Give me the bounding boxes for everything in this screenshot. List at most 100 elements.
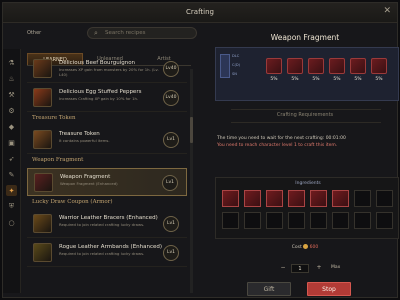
category-ring-icon[interactable]: ○ [6,217,17,228]
recipe-thumbnail [33,130,52,149]
weapon-slot[interactable] [329,58,345,74]
decrease-button[interactable]: − [279,264,287,272]
quantity-stepper: − 1 + Max [271,264,351,274]
gift-button[interactable]: Gift [247,282,291,296]
recipe-item[interactable]: Warrior Leather Bracers (Enhanced) Requir… [27,210,187,238]
stop-button[interactable]: Stop [307,282,351,296]
category-hammer-icon[interactable]: ⚒ [6,89,17,100]
detail-title: Weapon Fragment [270,33,340,42]
recipe-item[interactable]: Delicious Beef Bourguignon Increases XP g… [27,55,187,83]
recipe-detail: Weapon Fragment DLC C(D) SN 5% 5% 5% 5% 5% 5%… [211,25,399,299]
recipe-description: Required to join related crafting lucky … [59,251,145,256]
recipe-item[interactable]: Delicious Egg Stuffed Peppers Increases C… [27,84,187,112]
info-label-2: C(D) [232,63,241,67]
filter-label[interactable]: Other [27,30,41,36]
category-bag-icon[interactable]: ▣ [6,137,17,148]
cost-row: Cost 600 [211,244,399,250]
crafting-window: Crafting ✕ ⚗ ♨ ⚒ ⚙ ◆ ▣ ➶ ✎ ✦ ⛨ ○ Other ⌕… [2,2,399,299]
recipe-thumbnail [33,88,52,107]
category-pot-icon[interactable]: ♨ [6,73,17,84]
filter-bar: Other ⌕ Search recipes [23,27,197,41]
ingredient-slot[interactable] [222,190,239,207]
recipe-thumbnail [33,243,52,262]
weapon-slot[interactable] [308,58,324,74]
recipe-description: Increases Crafting XP gain by 10% for 1h… [59,96,139,101]
level-badge: Lv1 [163,245,179,261]
close-icon[interactable]: ✕ [383,6,391,16]
search-input[interactable]: ⌕ Search recipes [87,27,197,39]
recipe-item[interactable]: Treasure Token It contains powerful items… [27,126,187,154]
empty-ingredient-slot[interactable] [354,190,371,207]
empty-ingredient-slot[interactable] [376,190,393,207]
window-title: Crafting [186,8,214,16]
category-food-icon[interactable]: ⚗ [6,57,17,68]
list-scrollbar[interactable] [190,69,193,293]
increase-button[interactable]: + [315,264,323,272]
category-arrow-icon[interactable]: ➶ [6,153,17,164]
section-header: Lucky Draw Coupon (Armor) [32,199,113,205]
slot-chance: 5% [354,77,362,82]
recipe-item[interactable]: Rogue Leather Armbands (Enhanced) Require… [27,239,187,267]
empty-ingredient-slot[interactable] [288,212,305,229]
cost-label: Cost [291,245,302,250]
recipe-description: Required to join related crafting lucky … [59,222,145,227]
level-badge: Lv40 [163,61,179,77]
category-other-icon[interactable]: ✦ [6,185,17,196]
empty-ingredient-slot[interactable] [266,212,283,229]
level-badge: Lv1 [163,216,179,232]
info-label-3: SN [232,72,237,76]
recipe-name: Weapon Fragment [60,174,111,180]
weapon-slot[interactable] [266,58,282,74]
slot-chance: 5% [291,77,299,82]
recipe-name: Treasure Token [59,131,100,137]
recipe-name: Delicious Egg Stuffed Peppers [59,89,142,95]
empty-ingredient-slot[interactable] [332,212,349,229]
search-placeholder: Search recipes [105,30,146,36]
quantity-input[interactable]: 1 [291,264,309,273]
recipe-item[interactable]: Weapon Fragment Weapon Fragment (Enhanced… [27,168,187,196]
ingredient-slot[interactable] [288,190,305,207]
section-header: Weapon Fragment [32,157,84,163]
empty-ingredient-slot[interactable] [244,212,261,229]
cost-value: 600 [309,245,319,250]
category-gem-icon[interactable]: ◆ [6,121,17,132]
level-badge: Lv40 [163,90,179,106]
level-badge: Lv1 [162,175,178,191]
recipe-description: It contains powerful items. [59,138,110,143]
ingredient-slot[interactable] [310,190,327,207]
title-bar: Crafting ✕ [3,3,397,23]
divider [231,122,381,123]
empty-ingredient-slot[interactable] [222,212,239,229]
section-header: Treasure Token [32,115,76,121]
slot-chance: 5% [333,77,341,82]
scrollbar-thumb[interactable] [190,117,193,143]
requirements-header: Crafting Requirements [276,112,334,118]
ingredient-slot[interactable] [332,190,349,207]
info-label-1: DLC [232,54,240,58]
ingredient-slot[interactable] [266,190,283,207]
weapon-slot[interactable] [371,58,387,74]
ingredient-slot[interactable] [244,190,261,207]
empty-ingredient-slot[interactable] [310,212,327,229]
recipe-name: Rogue Leather Armbands (Enhanced) [59,244,163,250]
requirements-text: The time you need to wait for the next c… [217,136,397,149]
recipe-name: Warrior Leather Bracers (Enhanced) [59,215,158,221]
recipe-description: Weapon Fragment (Enhanced) [60,181,118,186]
slot-chance: 5% [375,77,383,82]
search-icon: ⌕ [94,29,98,37]
category-shield-icon[interactable]: ⛨ [6,201,17,212]
level-requirement-text: You need to reach character level 1 to c… [217,142,338,148]
ingredients-header: Ingredients [295,181,321,186]
category-gear-icon[interactable]: ⚙ [6,105,17,116]
weapon-slot[interactable] [350,58,366,74]
recipe-thumbnail [33,214,52,233]
max-button[interactable]: Max [331,265,340,270]
recipe-description: Increases XP gain from monsters by 20% f… [59,67,159,77]
slot-chance: 5% [312,77,320,82]
category-rail: ⚗ ♨ ⚒ ⚙ ◆ ▣ ➶ ✎ ✦ ⛨ ○ [3,49,21,293]
weapon-slot[interactable] [287,58,303,74]
empty-ingredient-slot[interactable] [354,212,371,229]
empty-ingredient-slot[interactable] [376,212,393,229]
divider [231,109,381,110]
category-scroll-icon[interactable]: ✎ [6,169,17,180]
